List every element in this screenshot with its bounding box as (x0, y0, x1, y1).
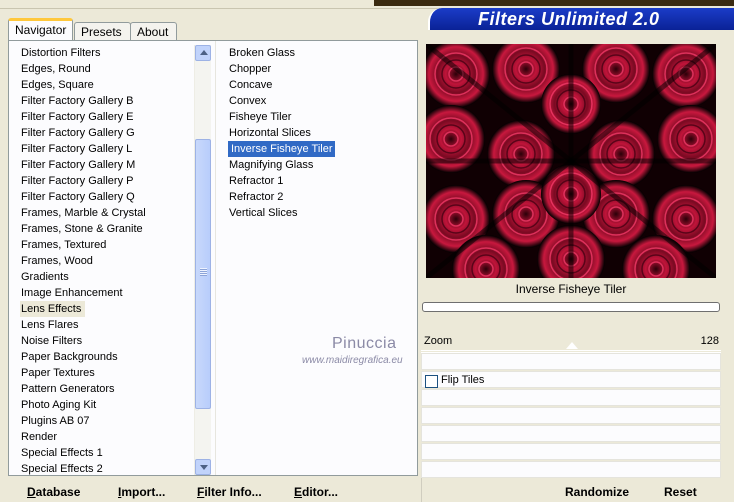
category-item[interactable]: Edges, Square (20, 77, 200, 93)
category-item[interactable]: Image Enhancement (20, 285, 200, 301)
scroll-up-button[interactable] (195, 45, 211, 61)
navigator-panel: Distortion Filters Edges, Round Edges, Squ… (8, 40, 418, 476)
param-row-empty (421, 461, 721, 478)
flip-tiles-label: Flip Tiles (441, 374, 485, 386)
category-item[interactable]: Frames, Wood (20, 253, 200, 269)
category-item[interactable]: Filter Factory Gallery B (20, 93, 200, 109)
filter-item[interactable]: Fisheye Tiler (228, 109, 408, 125)
category-item[interactable]: Filter Factory Gallery M (20, 157, 200, 173)
category-item[interactable]: Noise Filters (20, 333, 200, 349)
tab-navigator[interactable]: Navigator (8, 18, 73, 40)
category-item[interactable]: Pattern Generators (20, 381, 200, 397)
category-item[interactable]: Special Effects 2 (20, 461, 200, 477)
filter-item[interactable]: Refractor 1 (228, 173, 408, 189)
filter-item[interactable]: Broken Glass (228, 45, 408, 61)
randomize-button[interactable]: Randomize (565, 485, 629, 499)
progress-bar (422, 302, 720, 312)
category-item[interactable]: Filter Factory Gallery G (20, 125, 200, 141)
filter-item[interactable]: Convex (228, 93, 408, 109)
filter-item[interactable]: Inverse Fisheye Tiler (228, 141, 336, 157)
chevron-up-icon (200, 50, 208, 55)
category-item[interactable]: Plugins AB 07 (20, 413, 200, 429)
category-item[interactable]: Filter Factory Gallery E (20, 109, 200, 125)
import-button[interactable]: Import... (118, 485, 165, 499)
filter-item[interactable]: Magnifying Glass (228, 157, 408, 173)
filter-preview (426, 44, 716, 278)
category-item[interactable]: Distortion Filters (20, 45, 200, 61)
zoom-slider-thumb[interactable] (566, 342, 578, 349)
database-button[interactable]: Database (27, 485, 80, 499)
category-item[interactable]: Gradients (20, 269, 200, 285)
filter-list[interactable]: Broken Glass Chopper Concave Convex Fisheye … (228, 45, 408, 221)
scroll-thumb[interactable] (195, 139, 211, 409)
filter-item[interactable]: Refractor 2 (228, 189, 408, 205)
category-item[interactable]: Render (20, 429, 200, 445)
filter-item[interactable]: Horizontal Slices (228, 125, 408, 141)
zoom-row[interactable]: Zoom 128 (421, 330, 721, 353)
watermark-url: www.maidiregrafica.eu (302, 355, 403, 366)
category-item[interactable]: Lens Flares (20, 317, 200, 333)
param-row-empty (421, 353, 721, 370)
param-row-empty (421, 443, 721, 460)
flip-tiles-checkbox[interactable] (425, 375, 438, 388)
param-row-empty (421, 407, 721, 424)
category-item[interactable]: Filter Factory Gallery L (20, 141, 200, 157)
category-item[interactable]: Filter Factory Gallery Q (20, 189, 200, 205)
bottom-toolbar-left: Database Import... Filter Info... Editor… (8, 478, 418, 502)
category-scrollbar[interactable] (194, 45, 211, 475)
category-item[interactable]: Edges, Round (20, 61, 200, 77)
preview-caption: Inverse Fisheye Tiler (515, 282, 627, 296)
category-item[interactable]: Paper Textures (20, 365, 200, 381)
param-row-empty (421, 389, 721, 406)
zoom-value: 128 (700, 335, 719, 347)
zoom-track[interactable] (421, 350, 721, 351)
reset-button[interactable]: Reset (664, 485, 697, 499)
parameter-panel: Zoom 128 Flip Tiles (421, 330, 721, 479)
category-list[interactable]: Distortion Filters Edges, Round Edges, Squ… (20, 45, 200, 477)
category-item[interactable]: Frames, Marble & Crystal (20, 205, 200, 221)
grip-icon (200, 268, 207, 276)
param-row-empty (421, 425, 721, 442)
banner-title: Filters Unlimited 2.0 (478, 9, 660, 29)
filter-info-button[interactable]: Filter Info... (197, 485, 262, 499)
category-item[interactable]: Photo Aging Kit (20, 397, 200, 413)
tab-presets[interactable]: Presets (74, 22, 131, 40)
title-strip-dark (374, 0, 734, 6)
scroll-down-button[interactable] (195, 459, 211, 475)
category-item[interactable]: Filter Factory Gallery P (20, 173, 200, 189)
bottom-toolbar-right: Randomize Reset (421, 478, 734, 502)
preview-image (426, 44, 716, 278)
category-item[interactable]: Paper Backgrounds (20, 349, 200, 365)
filter-item[interactable]: Concave (228, 77, 408, 93)
list-divider (215, 41, 216, 475)
category-item[interactable]: Lens Effects (20, 301, 86, 317)
category-item[interactable]: Frames, Stone & Granite (20, 221, 200, 237)
tab-about[interactable]: About (130, 22, 177, 40)
category-item[interactable]: Frames, Textured (20, 237, 200, 253)
category-item[interactable]: Special Effects 1 (20, 445, 200, 461)
editor-button[interactable]: Editor... (294, 485, 338, 499)
chevron-down-icon (200, 465, 208, 470)
watermark-name: Pinuccia (332, 335, 397, 352)
app-banner: Filters Unlimited 2.0 (428, 8, 734, 30)
zoom-label: Zoom (424, 335, 453, 347)
filter-item[interactable]: Vertical Slices (228, 205, 408, 221)
flip-tiles-row[interactable]: Flip Tiles (421, 371, 721, 388)
filter-item[interactable]: Chopper (228, 61, 408, 77)
